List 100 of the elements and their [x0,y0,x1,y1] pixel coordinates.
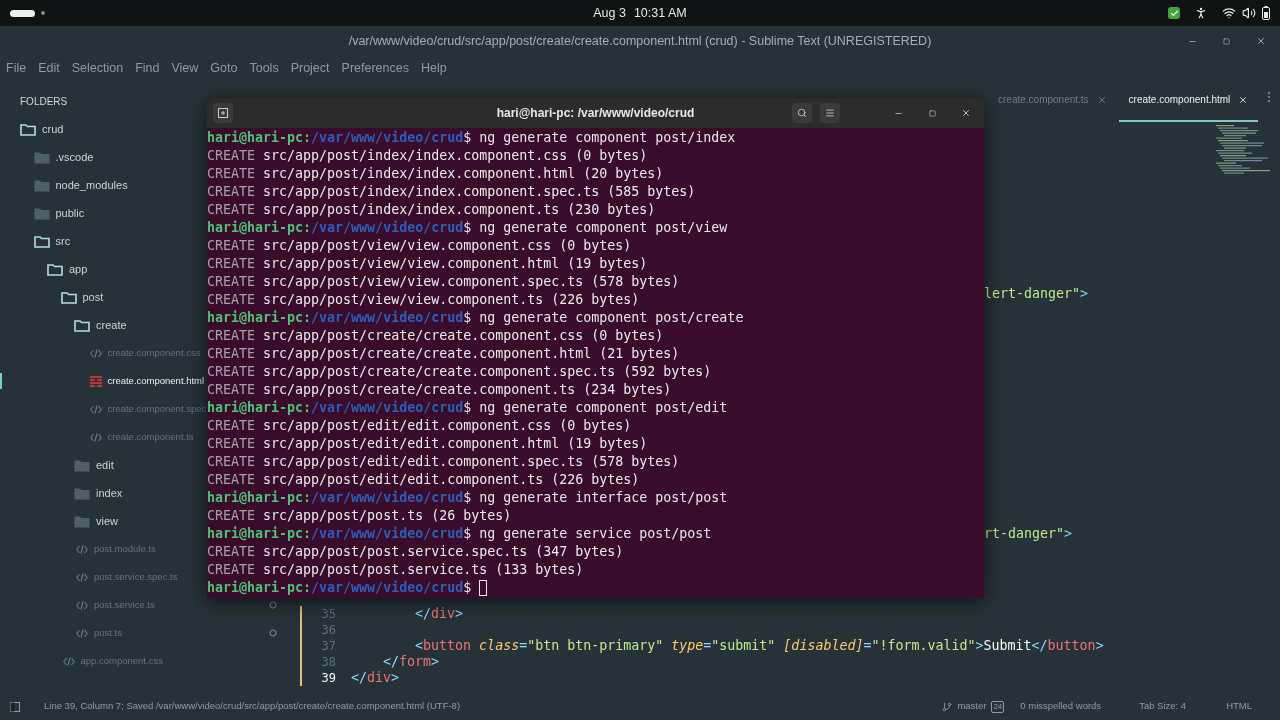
syntax-status[interactable]: HTML [1226,699,1252,714]
menu-item[interactable]: File [6,58,27,78]
date-text[interactable]: Aug 3 [593,3,626,23]
tab-close-icon[interactable] [1238,95,1249,105]
menu-item[interactable]: View [171,58,199,78]
prompt-symbol: $ [463,309,472,327]
document-entry[interactable]: create.component.css [89,345,201,361]
line-number: 35 [321,606,336,622]
code-token: Submit [983,638,1032,654]
menu-item[interactable]: Project [290,58,330,78]
search-button[interactable] [792,103,812,123]
output-text: src/app/post/index/index.component.spec.ts (585 bytes) [263,183,696,201]
line-number: 38 [321,654,336,670]
prompt-user: hari@hari-pc: [207,399,312,417]
code-token: > [1080,286,1089,302]
menu-item[interactable]: Help [420,58,447,78]
code-file-icon [76,572,88,582]
folder-entry[interactable]: post [60,288,104,306]
document-entry[interactable]: app.component.css [62,653,163,669]
folder-entry[interactable]: public [33,204,85,222]
output-label: CREATE [207,255,256,273]
clock-text[interactable]: 10:31 AM [633,3,687,23]
code-token: [disabled] [782,638,864,654]
output-label: CREATE [207,345,256,363]
prompt-path: /var/www/video/crud [311,129,464,147]
document-entry[interactable]: create.component.html [89,373,205,389]
sidebar-toggle-icon[interactable] [10,701,20,712]
folder-entry[interactable]: index [74,484,123,502]
code-token: </ [414,606,432,622]
tab-size-status[interactable]: Tab Size: 4 [1139,699,1187,714]
menu-item[interactable]: Selection [71,58,124,78]
output-text: src/app/post/post.service.spec.ts (347 bytes) [263,543,624,561]
close-icon [1256,36,1266,46]
code-token: div [431,606,456,622]
folder-entry[interactable]: edit [74,456,114,474]
prompt-path: /var/www/video/crud [311,489,464,507]
folder-icon [47,262,63,276]
sidebar-header: FOLDERS [20,95,68,109]
command-text: ng generate component post/index [479,129,736,147]
file-lines-icon [89,375,102,387]
menu-item[interactable]: Tools [249,58,279,78]
code-token: < [414,638,424,654]
wifi-icon[interactable] [1222,6,1236,20]
close-icon [961,108,971,118]
prompt-symbol: $ [463,399,472,417]
document-entry[interactable]: post.service.ts [76,597,155,613]
code-token: = [519,638,528,654]
editor-tab[interactable]: create.component.ts [988,88,1117,122]
folder-entry[interactable]: .vscode [33,148,94,166]
output-label: CREATE [207,471,256,489]
branch-icon [942,701,953,712]
folder-icon [33,178,50,192]
spelling-status[interactable]: 0 misspelled words [1020,699,1102,714]
document-entry[interactable]: create.component.spec [89,401,207,417]
command-text: ng generate interface post/post [479,489,728,507]
menu-item[interactable]: Edit [38,58,60,78]
command-text: ng generate component post/edit [479,399,728,417]
new-tab-icon [218,108,228,118]
folder-entry[interactable]: create [74,316,127,334]
branch-name[interactable]: master [957,699,987,714]
output-text: src/app/post/edit/edit.component.html (19 bytes) [263,435,648,453]
editor-tab[interactable]: create.component.html [1118,88,1259,122]
document-entry[interactable]: create.component.ts [89,429,194,445]
folder-entry[interactable]: view [74,512,118,530]
output-label: CREATE [207,237,256,255]
code-token: form [399,654,432,670]
output-label: CREATE [207,183,256,201]
code-token: > [975,638,984,654]
folder-icon [33,234,50,248]
status-check-icon[interactable] [1168,7,1180,19]
folder-icon [33,206,50,220]
prompt-user: hari@hari-pc: [207,579,312,597]
output-text: src/app/post/view/view.component.html (19 bytes) [263,255,648,273]
document-entry[interactable]: post.module.ts [76,541,156,557]
folder-entry[interactable]: crud [20,120,64,138]
output-text: src/app/post/create/create.component.css (0 bytes) [263,327,664,345]
count-badge: 24 [991,700,1005,713]
folder-entry[interactable]: app [47,260,88,278]
menu-item[interactable]: Goto [210,58,238,78]
prompt-user: hari@hari-pc: [207,309,312,327]
code-token: type [670,638,704,654]
document-entry[interactable]: post.service.spec.ts [76,569,178,585]
folder-icon [20,122,36,136]
document-entry[interactable]: post.ts [76,625,122,641]
prompt-path: /var/www/video/crud [311,579,464,597]
menu-item[interactable]: Preferences [341,58,409,78]
accessibility-icon[interactable] [1194,6,1208,20]
menu-item[interactable]: Find [135,58,160,78]
output-text: src/app/post/create/create.component.html (21 bytes) [263,345,680,363]
volume-icon[interactable] [1242,6,1256,20]
prompt-symbol: $ [463,489,472,507]
menu-button[interactable] [820,103,840,123]
battery-icon[interactable] [1262,6,1270,20]
activities-indicator[interactable] [10,9,35,17]
code-token: "submit" [711,638,776,654]
new-tab-button[interactable] [213,103,233,123]
folder-entry[interactable]: node_modules [33,176,128,194]
folder-entry[interactable]: src [33,232,71,250]
folder-icon [33,150,50,164]
code-token: "!form.valid" [871,638,976,654]
